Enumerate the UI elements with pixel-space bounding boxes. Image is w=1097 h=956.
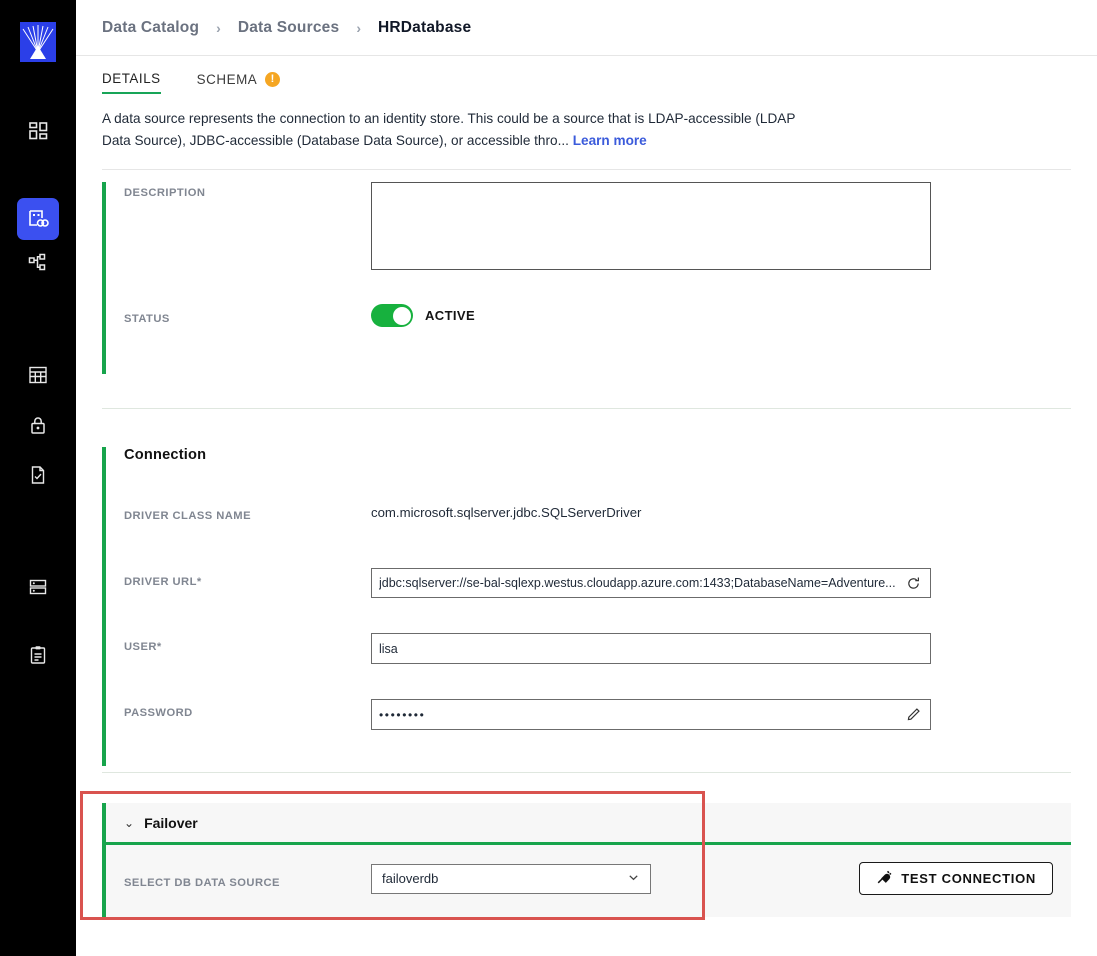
breadcrumb-item-2: HRDatabase (377, 18, 472, 36)
status-toggle[interactable] (371, 304, 413, 327)
field-password: PASSWORD •••••••• (124, 699, 1071, 766)
failover-header[interactable]: ⌄ Failover (106, 803, 1071, 845)
test-connection-label: TEST CONNECTION (901, 871, 1036, 886)
driver-url-value: jdbc:sqlserver://se-bal-sqlexp.westus.cl… (379, 576, 896, 590)
server-stack-icon (28, 577, 48, 597)
driver-class-name-label: DRIVER CLASS NAME (124, 510, 251, 522)
connection-title: Connection (124, 447, 207, 463)
sidebar-item-tables[interactable] (17, 354, 59, 396)
breadcrumb: Data Catalog › Data Sources › HRDatabase (76, 0, 1097, 56)
sidebar-item-policies[interactable] (17, 454, 59, 496)
description-label: DESCRIPTION (124, 187, 206, 199)
password-input[interactable]: •••••••• (371, 699, 931, 730)
user-input[interactable]: lisa (371, 633, 931, 664)
sidebar-item-security[interactable] (17, 404, 59, 446)
required-asterisk: * (156, 641, 162, 653)
failover-title: Failover (144, 814, 198, 831)
select-db-data-source-value: failoverdb (382, 871, 439, 886)
app-root: Data Catalog › Data Sources › HRDatabase… (0, 0, 1097, 956)
user-value: lisa (379, 641, 398, 656)
driver-url-label: DRIVER URL (124, 576, 197, 588)
refresh-icon[interactable] (904, 576, 922, 591)
user-label: USER (124, 641, 157, 653)
breadcrumb-item-1[interactable]: Data Sources (238, 19, 339, 37)
toggle-knob (392, 306, 411, 325)
header-divider (102, 169, 1071, 170)
tab-schema[interactable]: SCHEMA ! (197, 72, 281, 93)
section-divider-1 (102, 408, 1071, 409)
data-source-link-icon (27, 208, 49, 230)
sidebar-item-lineage[interactable] (17, 242, 59, 284)
field-status: STATUS ACTIVE (124, 304, 1071, 362)
select-db-data-source-label: SELECT DB DATA SOURCE (124, 876, 280, 889)
sidebar-item-servers[interactable] (17, 566, 59, 608)
breadcrumb-item-0[interactable]: Data Catalog (102, 19, 199, 37)
status-value: ACTIVE (425, 308, 476, 323)
tab-section: DETAILS SCHEMA ! A data source represent… (76, 56, 1097, 170)
main-content: Data Catalog › Data Sources › HRDatabase… (76, 0, 1097, 956)
edit-pencil-icon[interactable] (904, 707, 922, 722)
field-driver-url: DRIVER URL* jdbc:sqlserver://se-bal-sqle… (124, 568, 1071, 598)
breadcrumb-separator: › (356, 19, 361, 36)
driver-url-input[interactable]: jdbc:sqlserver://se-bal-sqlexp.westus.cl… (371, 568, 931, 598)
description-textarea[interactable] (371, 182, 931, 270)
sidebar (0, 0, 76, 956)
table-grid-icon (28, 365, 48, 385)
required-asterisk: * (196, 576, 202, 588)
breadcrumb-separator: › (216, 19, 221, 36)
driver-class-name-value: com.microsoft.sqlserver.jdbc.SQLServerDr… (371, 505, 642, 520)
field-description: DESCRIPTION (124, 182, 1071, 288)
page-intro-text: A data source represents the connection … (102, 108, 802, 152)
clipboard-list-icon (28, 645, 48, 665)
learn-more-link[interactable]: Learn more (573, 133, 647, 148)
schema-warning-badge-icon: ! (265, 72, 281, 87)
section-divider-2 (102, 772, 1071, 773)
password-value: •••••••• (379, 707, 426, 722)
test-connection-button[interactable]: TEST CONNECTION (859, 862, 1053, 895)
chevron-down-icon: ⌄ (124, 815, 135, 830)
field-driver-class-name: DRIVER CLASS NAME com.microsoft.sqlserve… (124, 505, 1071, 522)
chevron-down-icon (627, 871, 640, 887)
field-user: USER* lisa (124, 633, 1071, 664)
intro-text: A data source represents the connection … (102, 111, 796, 148)
sidebar-item-reports[interactable] (17, 634, 59, 676)
lock-icon (28, 415, 48, 435)
document-check-icon (28, 465, 48, 485)
lineage-graph-icon (28, 253, 49, 274)
tab-bar: DETAILS SCHEMA ! (102, 56, 1071, 94)
dashboard-grid-icon (28, 121, 49, 142)
failover-card: ⌄ Failover SELECT DB DATA SOURCE failove… (102, 803, 1071, 917)
sidebar-item-data-catalog[interactable] (17, 198, 59, 240)
failover-body: SELECT DB DATA SOURCE failoverdb TEST CO… (106, 845, 1071, 917)
form-body: DESCRIPTION STATUS ACTIVE Connection DRI… (76, 182, 1097, 956)
tab-details[interactable]: DETAILS (102, 71, 161, 94)
select-db-data-source-dropdown[interactable]: failoverdb (371, 863, 651, 894)
details-section: DESCRIPTION STATUS ACTIVE (102, 182, 1071, 374)
plug-connection-icon (876, 869, 892, 888)
failover-section: ⌄ Failover SELECT DB DATA SOURCE failove… (80, 791, 1071, 920)
password-label: PASSWORD (124, 707, 193, 719)
tab-details-label: DETAILS (102, 71, 161, 86)
tab-schema-label: SCHEMA (196, 72, 258, 87)
status-label: STATUS (124, 313, 170, 325)
logo-mark[interactable] (20, 22, 56, 62)
connection-section: Connection DRIVER CLASS NAME com.microso… (102, 447, 1071, 766)
sidebar-item-dashboard[interactable] (17, 110, 59, 152)
